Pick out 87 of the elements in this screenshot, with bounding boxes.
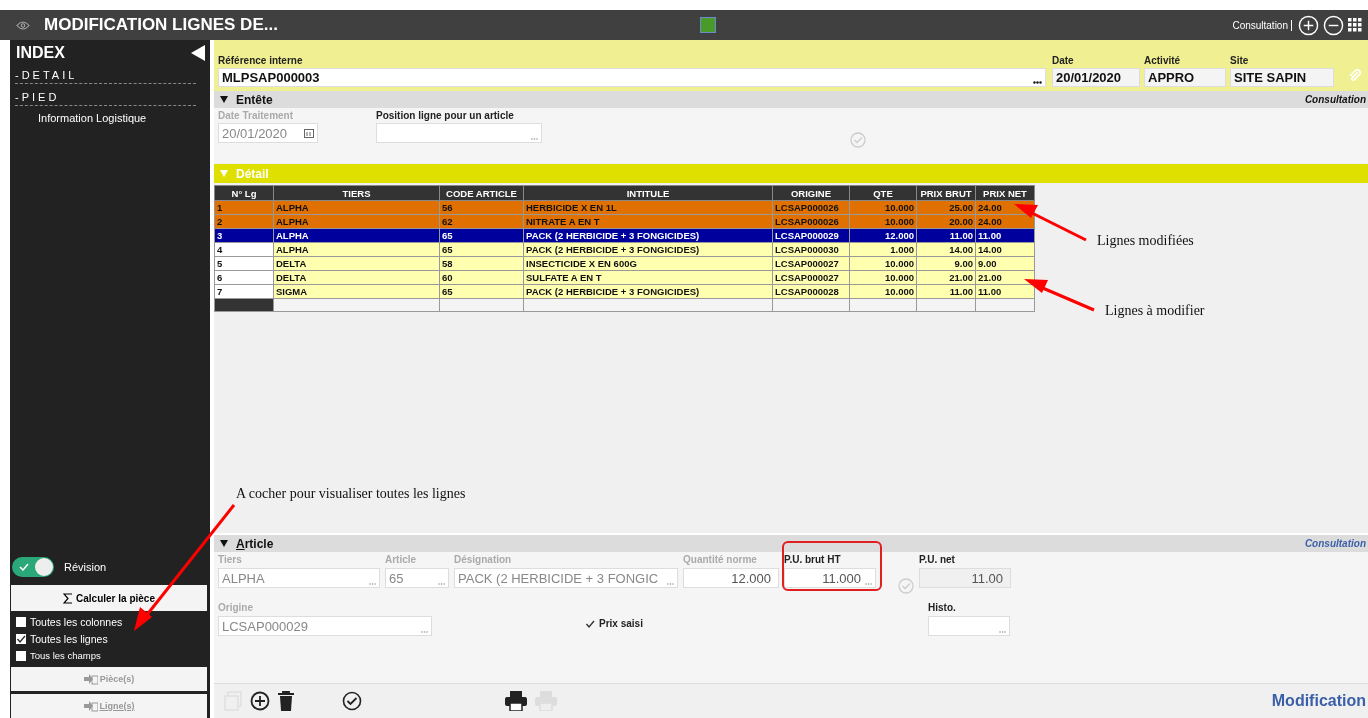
column-header[interactable]: INTITULE bbox=[523, 185, 773, 201]
annotation-text: Lignes modifiées bbox=[1097, 233, 1194, 249]
checkbox[interactable] bbox=[16, 650, 26, 661]
column-header[interactable]: PRIX BRUT bbox=[916, 185, 976, 201]
column-header[interactable]: ORIGINE bbox=[772, 185, 850, 201]
ellipsis-icon[interactable] bbox=[1033, 81, 1042, 84]
add-icon[interactable] bbox=[250, 691, 270, 711]
checkbox[interactable] bbox=[16, 617, 26, 627]
window-title: MODIFICATION LIGNES DE... bbox=[44, 15, 279, 35]
field-label: Date bbox=[1052, 55, 1075, 66]
field-label: Désignation bbox=[454, 554, 513, 565]
caret-icon[interactable] bbox=[220, 540, 228, 547]
section-title[interactable]: Entête bbox=[236, 92, 273, 107]
arrow-icon bbox=[83, 673, 98, 685]
mode-label: Consultation bbox=[1304, 538, 1366, 549]
field-label: Référence interne bbox=[218, 55, 304, 66]
table-row[interactable]: 1 ALPHA 56 HERBICIDE X EN 1L LCSAP000026 10.000 25.00 24.00 bbox=[214, 200, 1035, 215]
remove-icon[interactable] bbox=[1323, 14, 1344, 36]
compute-button[interactable]: Calculer la pièce bbox=[11, 585, 207, 611]
index-section[interactable]: -PIED bbox=[15, 89, 196, 106]
checkmark[interactable] bbox=[585, 618, 595, 629]
section-header[interactable]: Entête Consultation bbox=[214, 91, 1368, 108]
table-row[interactable]: 7 SIGMA 65 PACK (2 HERBICIDE + 3 FONGICIDES) LCSAP000028 10.000 11.00 11.00 bbox=[214, 284, 1035, 299]
trash-icon[interactable] bbox=[278, 691, 294, 711]
checkbox-label: Prix saisi bbox=[599, 618, 643, 629]
table-row[interactable]: 5 DELTA 58 INSECTICIDE X EN 600G LCSAP000027 10.000 9.00 9.00 bbox=[214, 256, 1035, 271]
check-icon[interactable] bbox=[850, 132, 866, 148]
check-icon bbox=[19, 563, 29, 571]
revision-label: Révision bbox=[64, 561, 107, 573]
option-label: Toutes les colonnes bbox=[30, 616, 123, 628]
date-field[interactable]: 20/01/2020 bbox=[218, 123, 318, 143]
column-header[interactable]: TIERS bbox=[273, 185, 440, 201]
history-field[interactable] bbox=[928, 616, 1010, 636]
table-row[interactable]: 3 ALPHA 65 PACK (2 HERBICIDE + 3 FONGICIDES) LCSAP000029 12.000 11.00 11.00 bbox=[214, 228, 1035, 243]
status-square bbox=[700, 17, 716, 33]
site-field[interactable]: SITE SAPIN bbox=[1230, 68, 1334, 87]
validate-icon[interactable] bbox=[342, 691, 362, 711]
caret-icon[interactable] bbox=[220, 96, 228, 103]
revision-toggle[interactable] bbox=[12, 557, 54, 577]
sum-icon bbox=[63, 592, 74, 604]
column-header[interactable]: CODE ARTICLE bbox=[439, 185, 524, 201]
origin-field[interactable]: LCSAP000029 bbox=[218, 616, 432, 636]
section-title[interactable]: Article bbox=[236, 536, 274, 551]
section-header[interactable]: Article Consultation bbox=[214, 533, 1368, 552]
field-label: P.U. brut HT bbox=[784, 554, 842, 565]
reference-field[interactable]: MLPSAP000003 bbox=[218, 68, 1046, 87]
status-label: Modification bbox=[1271, 692, 1366, 710]
position-field[interactable] bbox=[376, 123, 542, 143]
input-field[interactable]: 11.00 bbox=[919, 568, 1011, 588]
field-label: Position ligne pour un article bbox=[376, 110, 515, 121]
annotation-arrow bbox=[1024, 279, 1095, 312]
option-label: Toutes les lignes bbox=[30, 633, 108, 645]
field-label: Date Traitement bbox=[218, 110, 295, 121]
annotation-text: Lignes à modifier bbox=[1105, 303, 1205, 319]
arrow-icon bbox=[83, 700, 98, 712]
eye-icon[interactable] bbox=[16, 20, 30, 30]
input-field[interactable]: 11.000 bbox=[784, 568, 876, 588]
grid-icon[interactable] bbox=[1348, 18, 1362, 32]
checkbox[interactable] bbox=[16, 634, 26, 644]
field-label: Tiers bbox=[218, 554, 243, 565]
table-row[interactable]: 4 ALPHA 65 PACK (2 HERBICIDE + 3 FONGICIDES) LCSAP000030 1.000 14.00 14.00 bbox=[214, 242, 1035, 257]
activity-field[interactable]: APPRO bbox=[1144, 68, 1226, 87]
field-label: Origine bbox=[218, 602, 254, 613]
index-section[interactable]: -DETAIL bbox=[15, 67, 196, 84]
column-header[interactable]: PRIX NET bbox=[975, 185, 1035, 201]
column-header[interactable]: QTE bbox=[849, 185, 917, 201]
table-row[interactable]: 2 ALPHA 62 NITRATE A EN T LCSAP000026 10.000 20.00 24.00 bbox=[214, 214, 1035, 229]
date-field[interactable]: 20/01/2020 bbox=[1052, 68, 1140, 87]
annotation-text: A cocher pour visualiser toutes les lignes bbox=[236, 486, 466, 502]
check-icon[interactable] bbox=[898, 578, 914, 594]
mode-label: Consultation bbox=[1304, 94, 1366, 105]
index-item[interactable]: Information Logistique bbox=[38, 112, 210, 124]
mode-label: Consultation bbox=[1232, 19, 1292, 31]
field-label: Quantité norme bbox=[683, 554, 758, 565]
field-label: Article bbox=[385, 554, 418, 565]
field-label: Activité bbox=[1144, 55, 1182, 66]
collapse-icon[interactable] bbox=[191, 45, 205, 61]
table-row[interactable]: 6 DELTA 60 SULFATE A EN T LCSAP000027 10.000 21.00 21.00 bbox=[214, 270, 1035, 285]
index-title: INDEX bbox=[16, 44, 65, 62]
column-header[interactable]: N° Lg bbox=[214, 185, 274, 201]
field-label: Histo. bbox=[928, 602, 957, 613]
calendar-icon[interactable] bbox=[304, 128, 314, 138]
paperclip-icon[interactable] bbox=[1348, 69, 1362, 83]
field-label: Site bbox=[1230, 55, 1250, 66]
print-icon[interactable] bbox=[505, 691, 527, 711]
field-label: P.U. net bbox=[919, 554, 956, 565]
option-label: Tous les champs bbox=[30, 650, 101, 661]
